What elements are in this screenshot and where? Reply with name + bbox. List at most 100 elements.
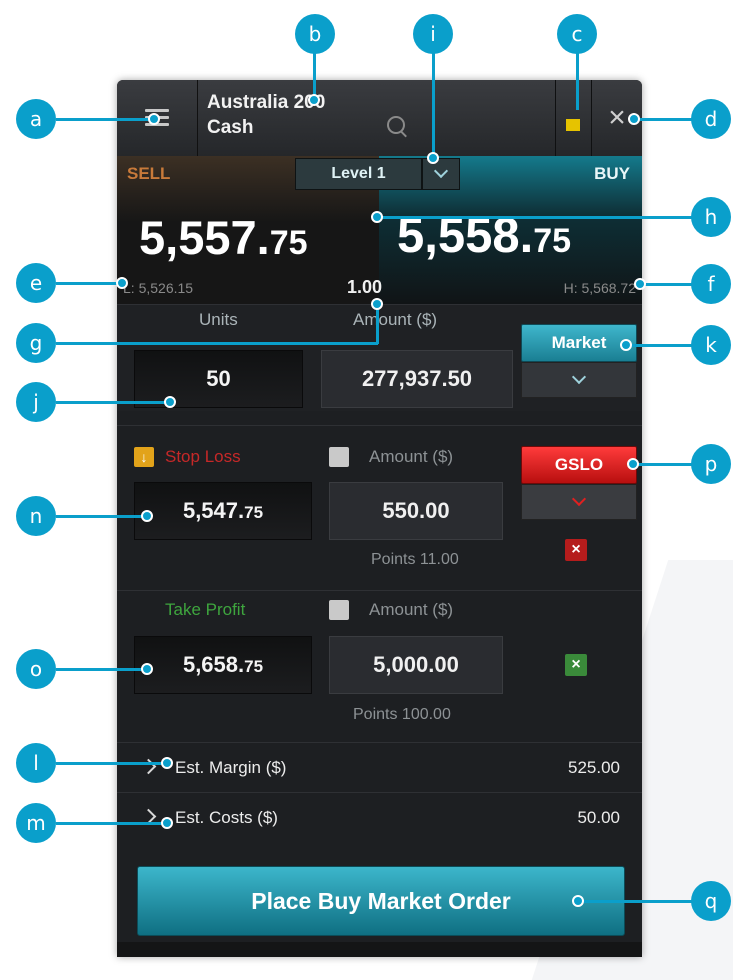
units-input[interactable]: 50 — [134, 350, 303, 408]
spread-value: 1.00 — [347, 277, 383, 297]
callout-line-c — [576, 52, 579, 110]
amount-input[interactable]: 277,937.50 — [321, 350, 513, 408]
callout-dot-p — [627, 458, 639, 470]
buy-label: BUY — [594, 164, 630, 183]
callout-line-b — [313, 52, 316, 98]
divider — [591, 80, 592, 156]
callout-a: a — [16, 99, 56, 139]
callout-line-d — [632, 118, 692, 121]
callout-dot-n — [141, 510, 153, 522]
callout-line-q — [578, 900, 692, 903]
callout-line-g — [56, 342, 378, 345]
minimize-button[interactable] — [557, 80, 589, 156]
callout-g: g — [16, 323, 56, 363]
callout-dot-j — [164, 396, 176, 408]
callout-line-p — [632, 463, 692, 466]
callout-j: j — [16, 382, 56, 422]
callout-p: p — [691, 444, 731, 484]
remove-take-profit-button[interactable]: × — [565, 654, 587, 676]
callout-dot-b — [308, 94, 320, 106]
callout-dot-g — [371, 298, 383, 310]
take-profit-label: Take Profit — [165, 600, 246, 619]
guaranteed-stop-dropdown[interactable] — [521, 484, 637, 520]
callout-e: e — [16, 263, 56, 303]
callout-line-l — [56, 762, 168, 765]
instrument-title: Australia 200 Cash — [207, 90, 387, 140]
callout-line-n — [56, 515, 148, 518]
stop-loss-price-input[interactable]: 5,547.75 — [134, 482, 312, 540]
callout-b: b — [295, 14, 335, 54]
est-costs-label: Est. Costs ($) — [175, 808, 278, 827]
callout-h: h — [691, 197, 731, 237]
daily-low: L: 5,526.15 — [123, 280, 194, 296]
callout-dot-d — [628, 113, 640, 125]
est-margin-value: 525.00 — [568, 758, 620, 777]
price-level-dropdown[interactable] — [422, 158, 460, 190]
est-costs-value: 50.00 — [577, 808, 620, 827]
instrument-name: Australia 200 — [207, 92, 326, 113]
est-margin-row[interactable]: Est. Margin ($) 525.00 — [117, 742, 642, 793]
callout-dot-k — [620, 339, 632, 351]
callout-dot-o — [141, 663, 153, 675]
callout-k: k — [691, 325, 731, 365]
chevron-down-icon — [571, 491, 587, 507]
callout-line-j — [56, 401, 170, 404]
daily-high: H: 5,568.72 — [563, 280, 636, 296]
panel-footer — [117, 942, 642, 957]
minimize-icon — [566, 119, 580, 131]
take-profit-amount-input[interactable]: 5,000.00 — [329, 636, 503, 694]
callout-l: l — [16, 743, 56, 783]
units-label: Units — [199, 310, 238, 329]
callout-dot-e — [116, 277, 128, 289]
title-bar: Australia 200 Cash × — [117, 80, 642, 157]
stop-loss-amount-label: Amount ($) — [369, 447, 454, 466]
callout-dot-a — [148, 113, 160, 125]
sell-price: 5,557.75 — [139, 211, 308, 264]
search-icon[interactable] — [387, 116, 405, 134]
sell-label: SELL — [127, 164, 171, 183]
x-icon: × — [571, 541, 581, 558]
order-type-dropdown[interactable] — [521, 362, 637, 398]
callout-dot-f — [634, 278, 646, 290]
callout-dot-q — [572, 895, 584, 907]
take-profit-price-input[interactable]: 5,658.75 — [134, 636, 312, 694]
est-margin-label: Est. Margin ($) — [175, 758, 287, 777]
callout-dot-l — [161, 757, 173, 769]
callout-i: i — [413, 14, 453, 54]
callout-line-k — [626, 344, 692, 347]
close-icon: × — [608, 101, 626, 134]
remove-stop-loss-button[interactable]: × — [565, 539, 587, 561]
up-down-toggle-icon[interactable] — [329, 447, 349, 467]
callout-line-a — [56, 118, 154, 121]
callout-line-e — [56, 282, 124, 285]
callout-dot-h — [371, 211, 383, 223]
callout-m: m — [16, 803, 56, 843]
stop-loss-label: Stop Loss — [165, 447, 241, 466]
callout-dot-m — [161, 817, 173, 829]
arrow-down-icon[interactable]: ↓ — [134, 447, 154, 467]
divider — [555, 80, 556, 156]
callout-line-o — [56, 668, 148, 671]
callout-o: o — [16, 649, 56, 689]
instrument-type: Cash — [207, 117, 254, 138]
est-costs-row[interactable]: Est. Costs ($) 50.00 — [117, 792, 642, 843]
callout-line-f — [640, 283, 692, 286]
callout-q: q — [691, 881, 731, 921]
chevron-down-icon — [433, 163, 449, 179]
up-down-toggle-icon[interactable] — [329, 600, 349, 620]
callout-d: d — [691, 99, 731, 139]
callout-c: c — [557, 14, 597, 54]
x-icon: × — [571, 656, 581, 673]
callout-line-m — [56, 822, 168, 825]
amount-label: Amount ($) — [353, 310, 438, 329]
take-profit-amount-label: Amount ($) — [369, 600, 454, 619]
chevron-down-icon — [571, 369, 587, 385]
price-level-selector[interactable]: Level 1 — [295, 158, 422, 190]
price-panel: SELL 5,557.75 L: 5,526.15 BUY H: 5,568.7… — [117, 156, 642, 304]
place-order-button[interactable]: Place Buy Market Order — [137, 866, 625, 936]
guaranteed-stop-button[interactable]: GSLO — [521, 446, 637, 484]
stop-loss-amount-input[interactable]: 550.00 — [329, 482, 503, 540]
callout-line-i — [432, 52, 435, 158]
callout-line-h — [376, 216, 692, 219]
stop-loss-points: Points 11.00 — [371, 551, 459, 568]
